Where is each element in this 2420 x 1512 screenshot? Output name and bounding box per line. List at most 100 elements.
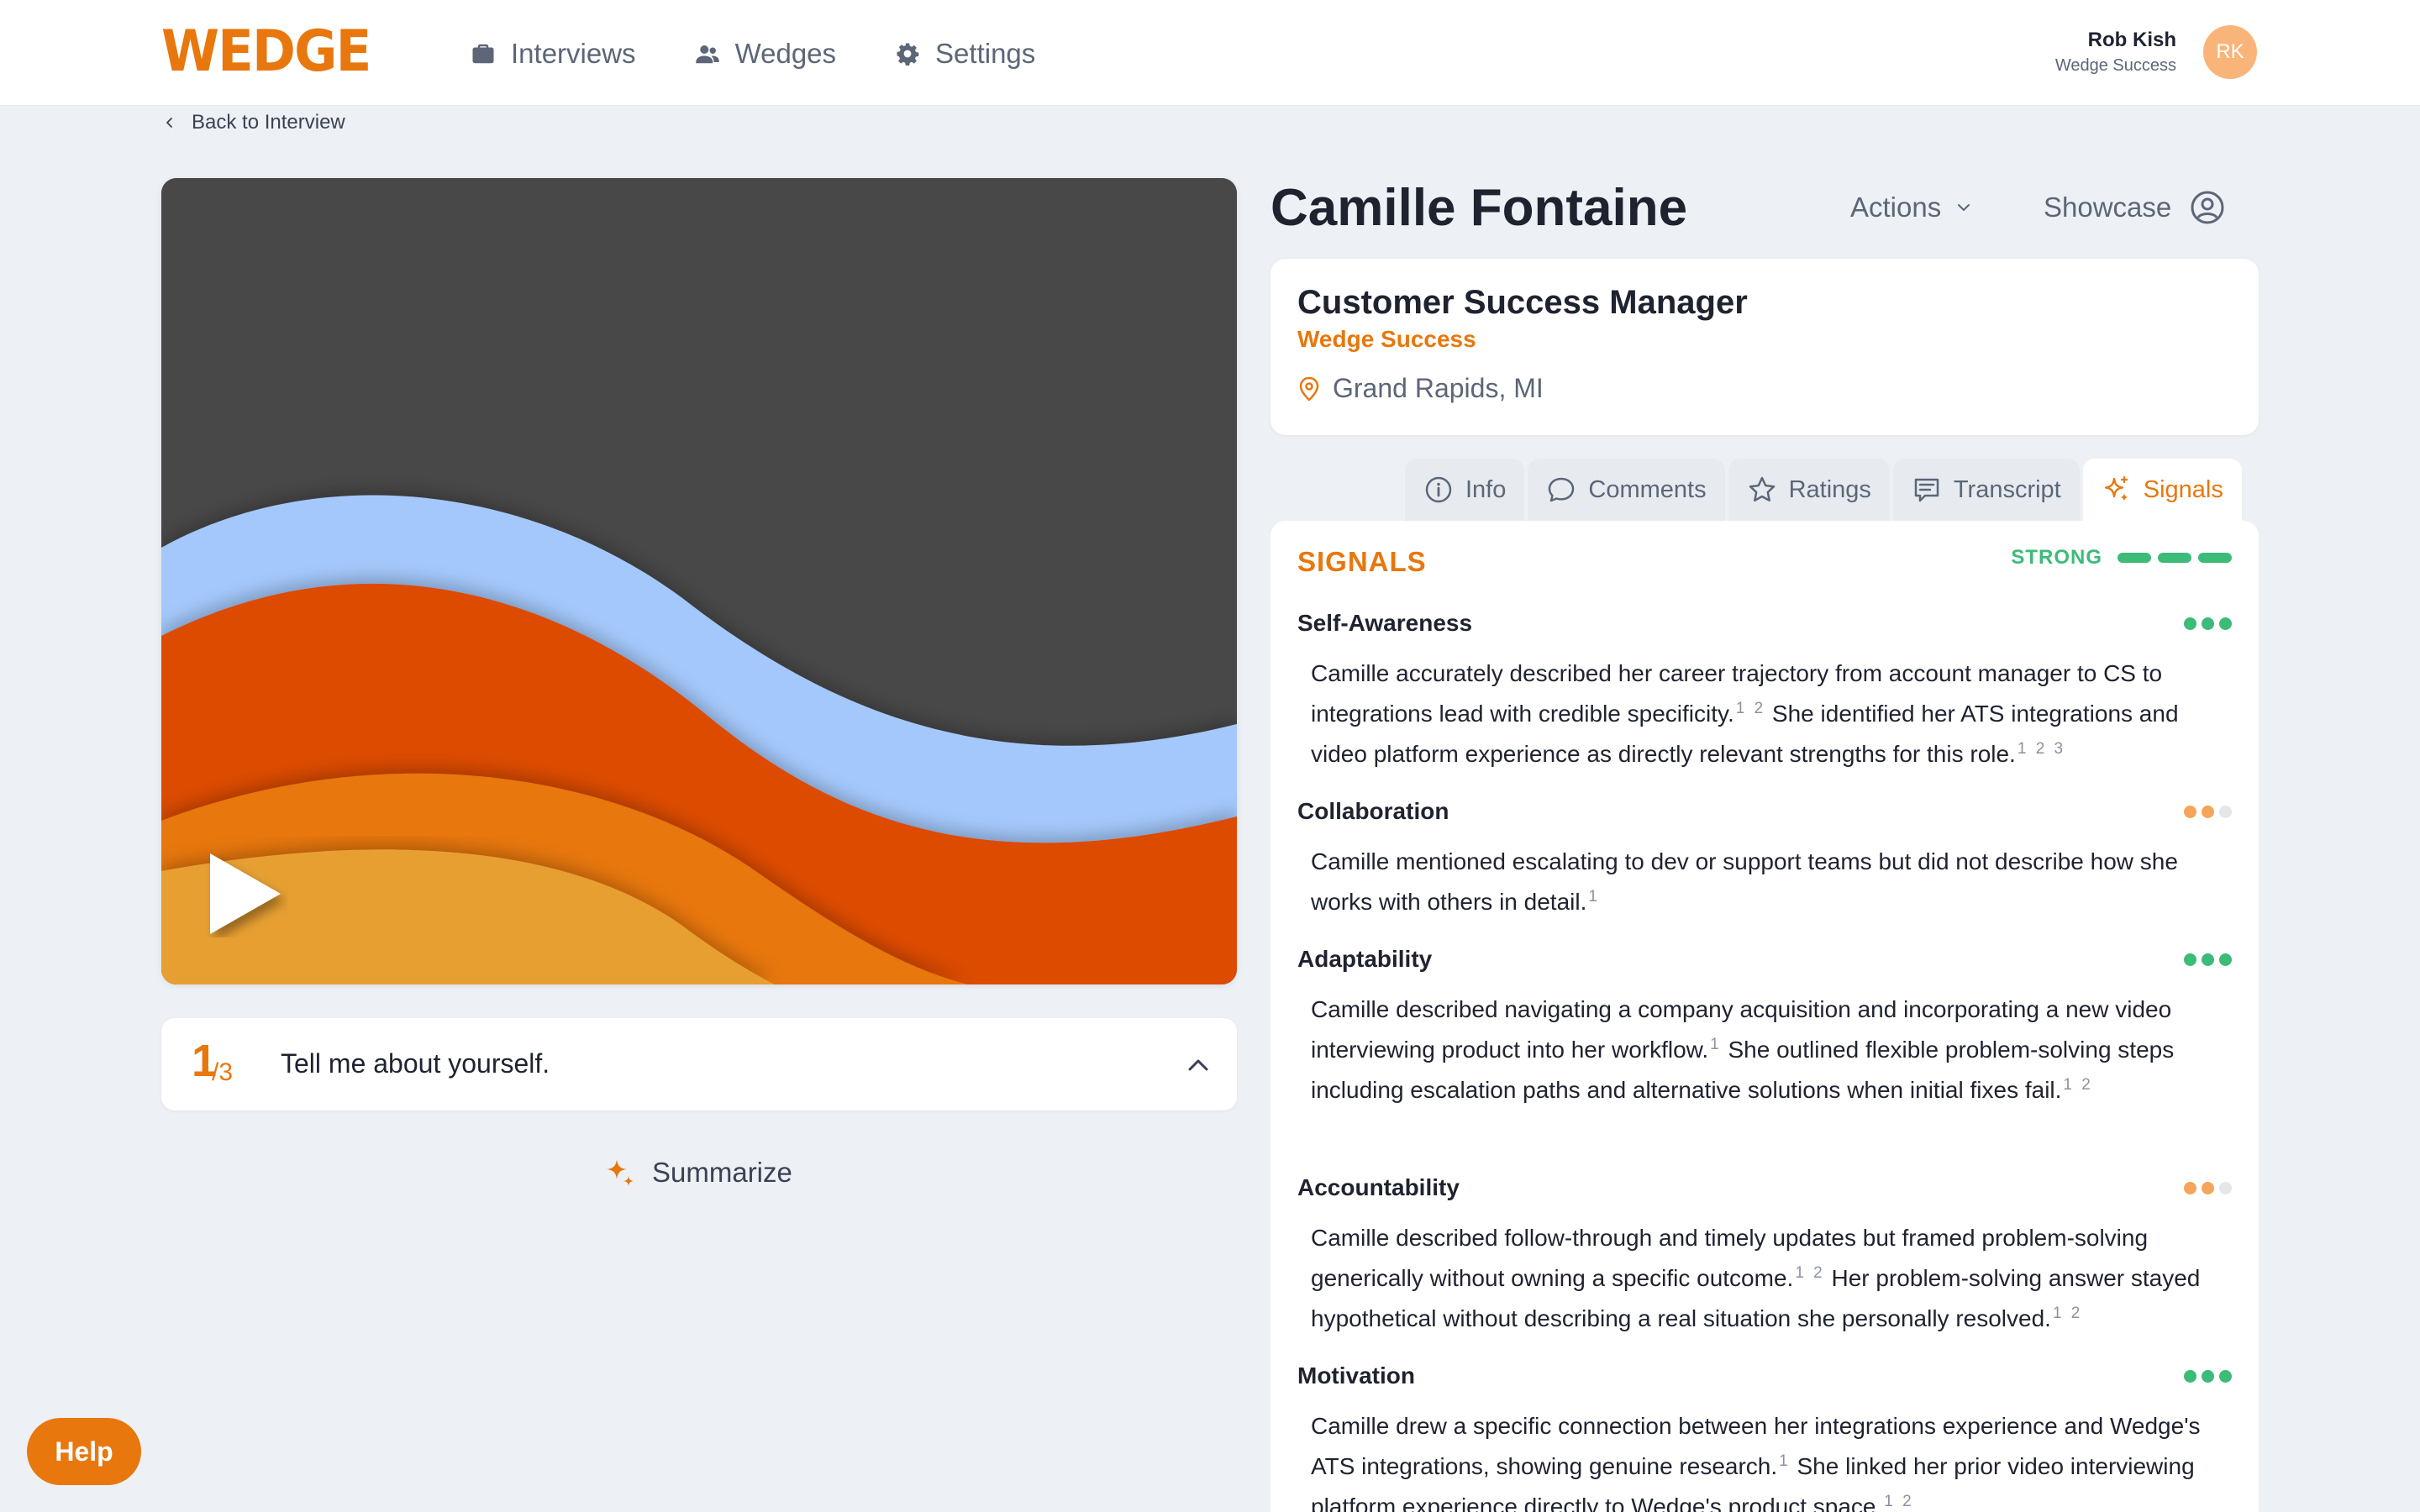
citation-refs[interactable]: 1 2: [1736, 700, 1765, 717]
signal-text: Camille mentioned escalating to dev or s…: [1297, 842, 2232, 922]
tab-signals[interactable]: Signals: [2082, 459, 2242, 521]
strength-bar: [2118, 553, 2151, 563]
location-pin-icon: [1299, 376, 1319, 402]
rating-dot: [2219, 953, 2232, 966]
job-location: Grand Rapids, MI: [1297, 373, 1544, 404]
rating-dot: [2184, 1182, 2196, 1194]
job-company: Wedge Success: [1297, 326, 1476, 352]
tab-comments[interactable]: Comments: [1528, 459, 1725, 521]
tab-label: Transcript: [1953, 475, 2061, 503]
signal-sentence: Camille mentioned escalating to dev or s…: [1311, 848, 2178, 915]
citation-refs[interactable]: 1: [1710, 1036, 1722, 1053]
play-icon[interactable]: [205, 850, 289, 937]
citation-refs[interactable]: 1 2: [2063, 1076, 2092, 1094]
nav-item-wedges[interactable]: Wedges: [695, 30, 836, 77]
showcase-label: Showcase: [2044, 192, 2172, 223]
back-to-interview-link[interactable]: Back to Interview: [163, 108, 345, 138]
signal-name: Collaboration: [1297, 798, 1449, 824]
sparkle-icon: [607, 1159, 634, 1186]
citation-refs[interactable]: 1 2 3: [2018, 740, 2065, 758]
tab-label: Comments: [1588, 475, 1707, 503]
top-nav: WEDGE Interviews Wedges Settings Rob Kis…: [0, 0, 2420, 106]
citation-refs[interactable]: 1: [1588, 888, 1600, 906]
transcript-icon: [1914, 478, 1939, 502]
summarize-button[interactable]: Summarize: [603, 1156, 792, 1189]
signal-rating: [2184, 953, 2232, 966]
signals-panel: SIGNALS STRONG Self-Awareness Camille ac…: [1270, 521, 2259, 1512]
video-player[interactable]: [161, 178, 1237, 984]
rating-dot: [2184, 617, 2196, 630]
nav-item-label: Wedges: [734, 38, 837, 69]
strength-label: STRONG: [2011, 546, 2102, 569]
signal-text: Camille drew a specific connection betwe…: [1297, 1406, 2232, 1512]
users-icon: [695, 45, 719, 64]
overall-strength: STRONG: [2011, 546, 2232, 570]
citation-refs[interactable]: 1 2: [1795, 1264, 1824, 1282]
tab-ratings[interactable]: Ratings: [1728, 459, 1890, 521]
citation-refs[interactable]: 1 2: [1884, 1493, 1913, 1510]
user-org: Wedge Success: [2054, 56, 2176, 75]
rating-dot: [2219, 1182, 2232, 1194]
signal-self-awareness: Self-Awareness Camille accurately descri…: [1297, 606, 2232, 774]
signal-motivation: Motivation Camille drew a specific conne…: [1297, 1359, 2232, 1512]
rating-dot: [2202, 617, 2214, 630]
user-menu[interactable]: Rob Kish Wedge Success RK: [2055, 25, 2257, 79]
signal-accountability: Accountability Camille described follow-…: [1297, 1171, 2232, 1339]
signal-name: Self-Awareness: [1297, 610, 1473, 636]
question-text: Tell me about yourself.: [281, 1048, 550, 1079]
signal-text: Camille accurately described her career …: [1297, 654, 2232, 774]
signal-name: Adaptability: [1297, 946, 1433, 972]
nav-item-label: Settings: [935, 38, 1036, 69]
question-selector[interactable]: 1 /3 Tell me about yourself.: [161, 1018, 1237, 1110]
strength-bar: [2198, 553, 2232, 563]
tab-label: Info: [1465, 475, 1507, 503]
signal-name: Accountability: [1297, 1174, 1460, 1200]
nav-item-interviews[interactable]: Interviews: [471, 30, 636, 77]
actions-dropdown[interactable]: Actions: [1850, 192, 1973, 223]
actions-label: Actions: [1850, 192, 1942, 223]
rating-dot: [2219, 617, 2232, 630]
chevron-down-icon: [1958, 204, 1970, 211]
citation-refs[interactable]: 1: [1779, 1452, 1791, 1470]
sparkle-icon: [2104, 475, 2128, 501]
rating-dot: [2202, 953, 2214, 966]
tab-label: Signals: [2143, 475, 2223, 503]
user-circle-icon: [2191, 191, 2224, 224]
briefcase-icon: [472, 44, 494, 64]
signal-text: Camille described navigating a company a…: [1297, 990, 2232, 1110]
tab-info[interactable]: Info: [1405, 459, 1525, 521]
avatar[interactable]: RK: [2203, 25, 2257, 79]
info-icon: [1425, 476, 1452, 503]
signal-name: Motivation: [1297, 1362, 1415, 1389]
signal-rating: [2184, 617, 2232, 630]
rating-dot: [2202, 1370, 2214, 1383]
tab-transcript[interactable]: Transcript: [1892, 459, 2080, 521]
chevron-up-icon[interactable]: [1185, 1052, 1212, 1079]
back-link-label: Back to Interview: [192, 111, 345, 134]
signals-title: SIGNALS: [1297, 546, 1427, 577]
nav-item-settings[interactable]: Settings: [895, 30, 1035, 77]
job-card: Customer Success Manager Wedge Success G…: [1270, 259, 2259, 435]
job-title: Customer Success Manager: [1297, 284, 1748, 321]
rating-dot: [2219, 1370, 2232, 1383]
signal-rating: [2184, 806, 2232, 818]
rating-dot: [2184, 806, 2196, 818]
gear-icon: [897, 43, 919, 66]
question-total: /3: [212, 1058, 234, 1086]
strength-bars: [2118, 553, 2232, 563]
wedge-logo[interactable]: WEDGE: [161, 24, 388, 81]
citation-refs[interactable]: 1 2: [2053, 1305, 2082, 1322]
user-name: Rob Kish: [2087, 29, 2176, 51]
showcase-button[interactable]: Showcase: [2044, 190, 2225, 225]
strength-bar: [2158, 553, 2191, 563]
main-nav: Interviews Wedges Settings: [471, 30, 1035, 77]
tab-label: Ratings: [1788, 475, 1871, 503]
rating-dot: [2219, 806, 2232, 818]
signal-adaptability: Adaptability Camille described navigatin…: [1297, 942, 2232, 1110]
signal-rating: [2184, 1182, 2232, 1194]
rating-dot: [2184, 953, 2196, 966]
candidate-name: Camille Fontaine: [1270, 179, 1688, 237]
signal-rating: [2184, 1370, 2232, 1383]
rating-dot: [2202, 1182, 2214, 1194]
help-button[interactable]: Help: [27, 1418, 141, 1485]
